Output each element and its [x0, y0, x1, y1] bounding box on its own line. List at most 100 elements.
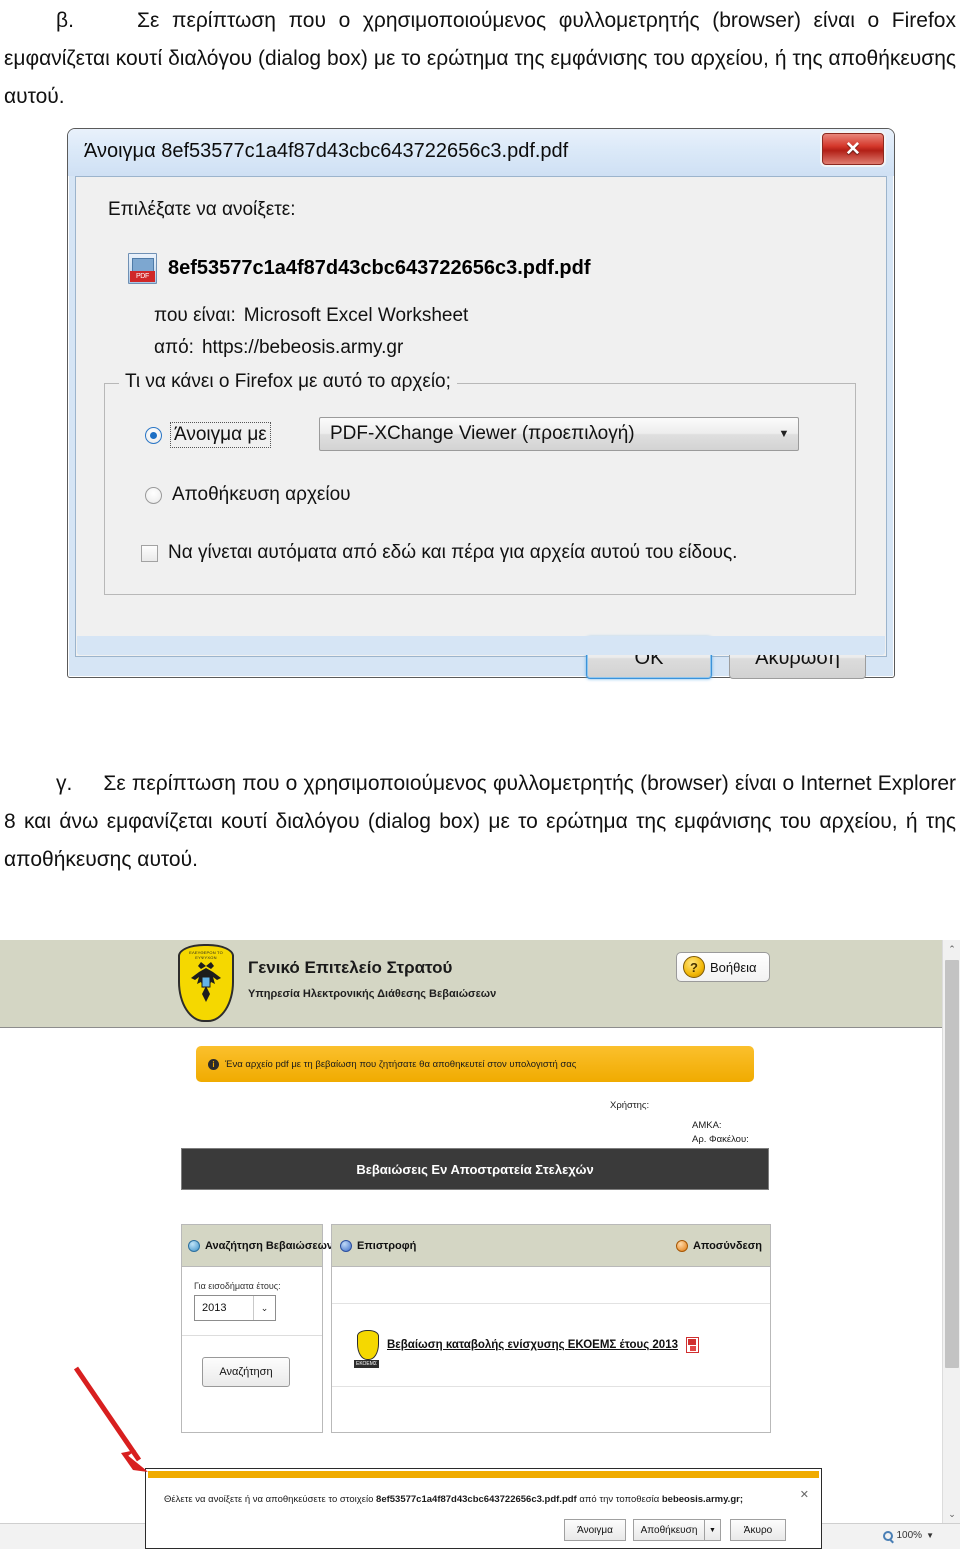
download-message: Θέλετε να ανοίξετε ή να αποθηκεύσετε το …: [164, 1494, 743, 1505]
org-subtitle: Υπηρεσία Ηλεκτρονικής Διάθεσης Βεβαιώσεω…: [248, 988, 497, 1000]
download-bar-accent-stripe: [148, 1471, 819, 1478]
application-select-value: PDF-XChange Viewer (προεπιλογή): [330, 423, 635, 444]
paragraph-beta: β. Σε περίπτωση που ο χρησιμοποιούμενος …: [4, 2, 956, 116]
dialog-body: Επιλέξατε να ανοίξετε: 8ef53577c1a4f87d4…: [75, 176, 887, 679]
help-headset-icon: ?: [683, 956, 705, 978]
file-summary-row: 8ef53577c1a4f87d43cbc643722656c3.pdf.pdf: [128, 253, 591, 284]
folder-number-label: Αρ. Φακέλου:: [692, 1134, 749, 1145]
notice-text: Ένα αρχείο pdf με τη βεβαίωση που ζητήσα…: [225, 1058, 577, 1070]
search-panel-header[interactable]: Αναζήτηση Βεβαιώσεων: [182, 1225, 333, 1267]
action-fieldset-legend: Τι να κάνει ο Firefox με αυτό το αρχείο;: [119, 371, 457, 393]
army-shield-logo: ΕΛΕΥΘΕΡΟΝ ΤΟ ΕΥΨΥΧΟΝ: [178, 944, 234, 1022]
search-button[interactable]: Αναζήτηση: [202, 1357, 290, 1387]
radio-open-with-indicator[interactable]: [145, 426, 162, 444]
back-arrow-icon: [340, 1239, 352, 1252]
logout-link[interactable]: Αποσύνδεση: [676, 1239, 762, 1252]
user-label: Χρήστης:: [610, 1100, 650, 1111]
paragraph-gamma: γ. Σε περίπτωση που ο χρησιμοποιούμενος …: [4, 765, 956, 879]
download-save-dropdown-icon[interactable]: ▼: [705, 1519, 721, 1541]
dialog-footer-strip: [77, 636, 885, 655]
year-filter: Για εισοδήματα έτους: 2013 ⌄: [182, 1281, 322, 1336]
search-panel-header-label: Αναζήτηση Βεβαιώσεων: [205, 1239, 334, 1252]
file-type-label: που είναι:: [154, 305, 236, 326]
certificate-row: ΕΚΟΕΜΣ Βεβαίωση καταβολής ενίσχυσης ΕΚΟΕ…: [332, 1303, 770, 1387]
double-headed-eagle-icon: [191, 962, 221, 1002]
search-certificates-icon: [188, 1239, 200, 1252]
chevron-down-icon[interactable]: ⌄: [253, 1296, 275, 1320]
download-message-prefix: Θέλετε να ανοίξετε ή να αποθηκεύσετε το …: [164, 1494, 374, 1505]
radio-save-file-label: Αποθήκευση αρχείου: [172, 484, 351, 505]
back-link-label: Επιστροφή: [357, 1239, 417, 1252]
file-type-row: που είναι: Microsoft Excel Worksheet: [154, 305, 468, 327]
vertical-scrollbar[interactable]: ⌃ ⌄: [942, 940, 960, 1523]
shield-motto: ΕΛΕΥΘΕΡΟΝ ΤΟ ΕΥΨΥΧΟΝ: [189, 950, 223, 960]
org-title-text: Γενικό Επιτελείο Στρατού: [248, 958, 453, 977]
file-source-row: από: https://bebeosis.army.gr: [154, 337, 403, 359]
radio-save-file-indicator[interactable]: [145, 486, 162, 504]
file-source-value: https://bebeosis.army.gr: [201, 337, 404, 358]
zoom-level-value: 100%: [896, 1530, 923, 1541]
scroll-up-icon[interactable]: ⌃: [943, 940, 960, 958]
dialog-title: Άνοιγμα 8ef53577c1a4f87d43cbc643722656c3…: [84, 140, 569, 162]
download-bar-close-icon[interactable]: ✕: [800, 1488, 809, 1501]
search-panel-body: Για εισοδήματα έτους: 2013 ⌄ Αναζήτηση: [182, 1267, 322, 1433]
checkbox-remember-choice-box[interactable]: [141, 544, 158, 562]
firefox-open-file-dialog: Άνοιγμα 8ef53577c1a4f87d43cbc643722656c3…: [67, 128, 895, 679]
checkbox-remember-choice[interactable]: Να γίνεται αυτόματα από εδώ και πέρα για…: [141, 542, 737, 564]
zoom-indicator[interactable]: 100% ▼: [882, 1530, 934, 1541]
year-select-value: 2013: [202, 1302, 227, 1314]
action-fieldset: Τι να κάνει ο Firefox με αυτό το αρχείο;…: [104, 371, 856, 595]
download-notification-bar: Θέλετε να ανοίξετε ή να αποθηκεύσετε το …: [145, 1468, 822, 1549]
close-button[interactable]: ✕: [822, 133, 884, 165]
org-title: Γενικό Επιτελείο Στρατού: [248, 958, 452, 978]
pdf-icon: [685, 1337, 699, 1353]
site-header: ΕΛΕΥΘΕΡΟΝ ΤΟ ΕΥΨΥΧΟΝ Γενικό Επιτελείο Στ…: [0, 940, 942, 1028]
results-panel-header: Επιστροφή Αποσύνδεση: [332, 1225, 770, 1267]
paragraph-gamma-marker: γ.: [56, 772, 73, 795]
paragraph-beta-text: Σε περίπτωση που ο χρησιμοποιούμενος φυλ…: [4, 9, 956, 108]
download-cancel-button[interactable]: Άκυρο: [730, 1519, 786, 1541]
file-type-value: Microsoft Excel Worksheet: [243, 305, 469, 326]
dialog-lead-text: Επιλέξατε να ανοίξετε:: [108, 199, 296, 220]
radio-open-with-label: Άνοιγμα με: [170, 422, 271, 448]
info-icon: i: [208, 1058, 219, 1070]
download-save-button[interactable]: Αποθήκευση: [633, 1519, 705, 1541]
magnifier-icon: [882, 1530, 893, 1541]
download-message-middle: από την τοποθεσία: [579, 1494, 660, 1505]
radio-save-file[interactable]: Αποθήκευση αρχείου: [145, 484, 351, 506]
back-link[interactable]: Επιστροφή: [340, 1239, 417, 1252]
certificate-link[interactable]: Βεβαίωση καταβολής ενίσχυσης ΕΚΟΕΜΣ έτου…: [387, 1339, 678, 1351]
close-icon: ✕: [845, 138, 861, 160]
file-name-label: 8ef53577c1a4f87d43cbc643722656c3.pdf.pdf: [168, 257, 591, 279]
results-panel: Επιστροφή Αποσύνδεση ΕΚΟΕΜΣ Βεβαίωση κατ…: [331, 1224, 771, 1433]
search-button-wrapper: Αναζήτηση: [182, 1357, 322, 1387]
search-panel: Αναζήτηση Βεβαιώσεων Για εισοδήματα έτου…: [181, 1224, 333, 1433]
ekoems-logo-tag: ΕΚΟΕΜΣ: [354, 1360, 379, 1368]
scrollbar-thumb[interactable]: [945, 960, 959, 1368]
power-logout-icon: [676, 1239, 689, 1252]
year-filter-label: Για εισοδήματα έτους:: [194, 1281, 281, 1291]
chevron-down-icon: ▼: [778, 428, 790, 440]
results-panel-body: ΕΚΟΕΜΣ Βεβαίωση καταβολής ενίσχυσης ΕΚΟΕ…: [332, 1267, 770, 1433]
application-select[interactable]: PDF-XChange Viewer (προεπιλογή) ▼: [319, 417, 799, 451]
logout-link-label: Αποσύνδεση: [693, 1239, 762, 1252]
internet-explorer-screenshot: ΕΛΕΥΘΕΡΟΝ ΤΟ ΕΥΨΥΧΟΝ Γενικό Επιτελείο Στ…: [0, 940, 960, 1549]
year-select[interactable]: 2013 ⌄: [194, 1295, 276, 1321]
download-site: bebeosis.army.gr;: [661, 1494, 743, 1505]
scroll-down-icon[interactable]: ⌄: [943, 1505, 960, 1523]
section-title: Βεβαιώσεις Εν Αποστρατεία Στελεχών: [356, 1161, 594, 1177]
ekoems-logo-icon: ΕΚΟΕΜΣ: [354, 1330, 379, 1368]
section-title-bar: Βεβαιώσεις Εν Αποστρατεία Στελεχών: [181, 1148, 769, 1190]
pdf-file-icon: [128, 253, 157, 284]
help-button-label: Βοήθεια: [710, 959, 757, 975]
paragraph-gamma-text: Σε περίπτωση που ο χρησιμοποιούμενος φυλ…: [4, 772, 956, 871]
checkbox-remember-choice-label: Να γίνεται αυτόματα από εδώ και πέρα για…: [168, 542, 738, 563]
help-button[interactable]: ? Βοήθεια: [676, 952, 770, 982]
paragraph-beta-marker: β.: [56, 9, 74, 32]
download-file-name: 8ef53577c1a4f87d43cbc643722656c3.pdf.pdf: [376, 1494, 577, 1505]
radio-open-with[interactable]: Άνοιγμα με: [145, 422, 271, 448]
notice-banner: i Ένα αρχείο pdf με τη βεβαίωση που ζητή…: [196, 1046, 754, 1082]
chevron-down-icon[interactable]: ▼: [926, 1531, 934, 1540]
file-source-label: από:: [154, 337, 194, 358]
download-open-button[interactable]: Άνοιγμα: [564, 1519, 626, 1541]
